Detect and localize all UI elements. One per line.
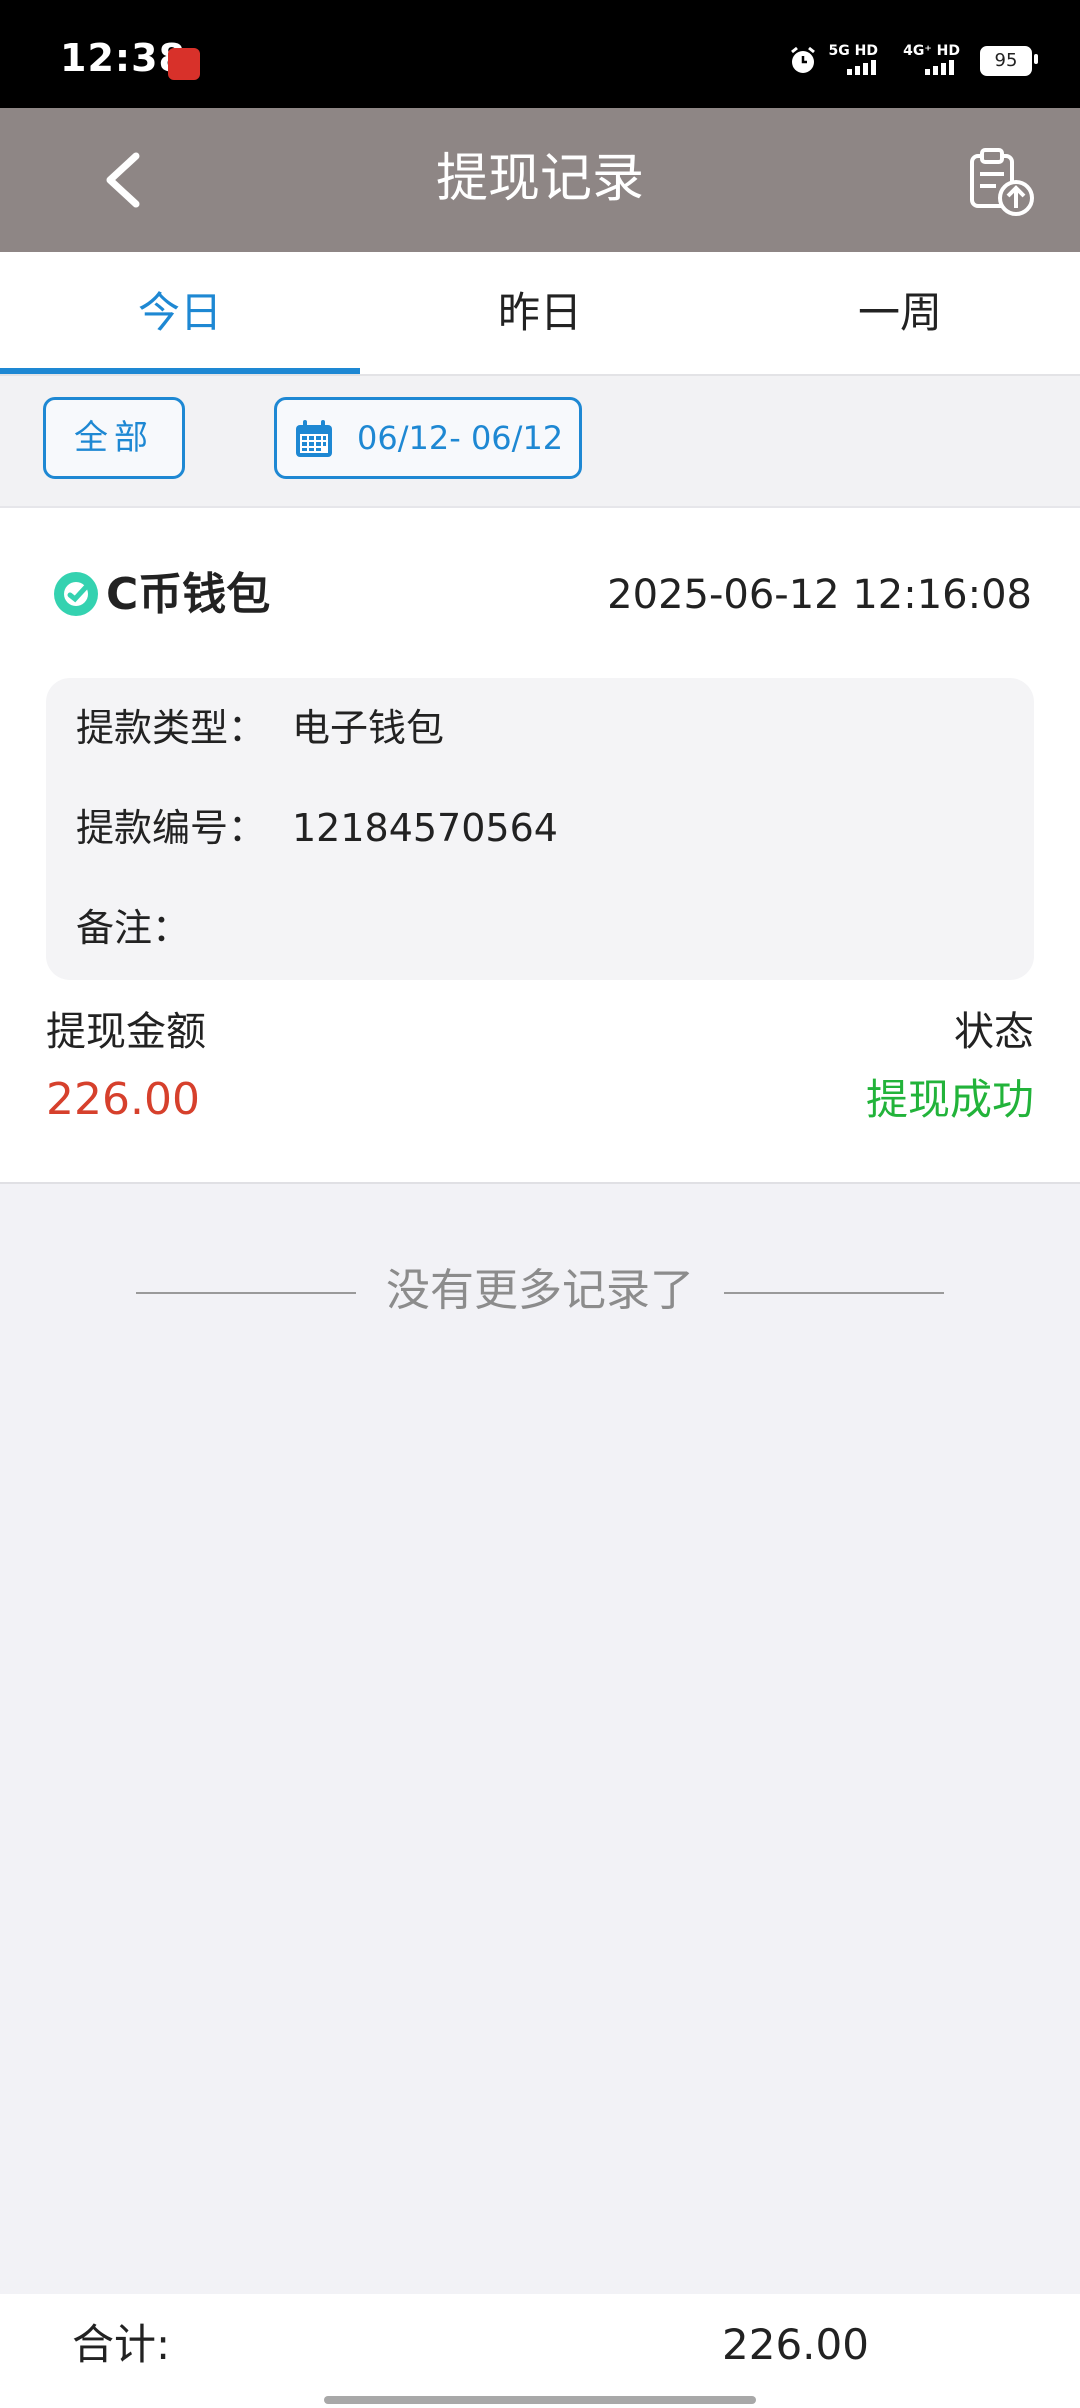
filter-bar: 全部 06/12- 06/12 bbox=[0, 376, 1080, 508]
tab-yesterday[interactable]: 昨日 bbox=[360, 252, 720, 374]
number-value: 12184570564 bbox=[292, 806, 558, 850]
calendar-icon bbox=[296, 420, 332, 457]
status-label: 状态 bbox=[954, 1009, 1034, 1055]
date-tabs: 今日 昨日 一周 bbox=[0, 252, 1080, 376]
record-details: 提款类型： 电子钱包 提款编号： 12184570564 备注： bbox=[46, 678, 1034, 980]
date-range-button[interactable]: 06/12- 06/12 bbox=[274, 397, 582, 479]
total-label: 合计: bbox=[72, 2320, 171, 2369]
wallet-name: C币钱包 bbox=[106, 569, 271, 620]
type-label: 提款类型： bbox=[76, 706, 267, 750]
detail-remark-row: 备注： bbox=[76, 898, 292, 958]
status-bar: 12:38 5G HD 4G⁺ HD 95 bbox=[0, 0, 1080, 108]
c-coin-wallet-icon bbox=[54, 572, 98, 616]
amount-label: 提现金额 bbox=[46, 1009, 206, 1055]
signal-4g-icon bbox=[925, 60, 954, 75]
filter-all-button[interactable]: 全部 bbox=[43, 397, 185, 479]
alarm-icon bbox=[791, 46, 815, 73]
tab-today[interactable]: 今日 bbox=[0, 252, 360, 374]
page-title: 提现记录 bbox=[435, 149, 644, 209]
battery-icon: 95 bbox=[980, 46, 1032, 76]
detail-type-row: 提款类型： 电子钱包 bbox=[76, 698, 444, 758]
signal-5g-icon bbox=[847, 60, 876, 75]
amount-value: 226.00 bbox=[46, 1074, 200, 1125]
withdraw-record-card[interactable]: C币钱包 2025-06-12 12:16:08 提款类型： 电子钱包 提款编号：… bbox=[0, 508, 1080, 1184]
divider-right bbox=[724, 1292, 944, 1294]
tab-week[interactable]: 一周 bbox=[720, 252, 1080, 374]
nav-bar: 提现记录 bbox=[0, 108, 1080, 252]
record-timestamp: 2025-06-12 12:16:08 bbox=[607, 572, 1032, 618]
no-more-text: 没有更多记录了 bbox=[386, 1265, 694, 1316]
network-5g-label: 5G HD bbox=[828, 43, 878, 59]
no-more-records: 没有更多记录了 bbox=[0, 1256, 1080, 1326]
type-value: 电子钱包 bbox=[292, 706, 445, 750]
battery-tip bbox=[1034, 54, 1038, 64]
network-4g-label: 4G⁺ HD bbox=[903, 43, 960, 59]
status-value: 提现成功 bbox=[865, 1075, 1034, 1124]
date-range-label: 06/12- 06/12 bbox=[357, 419, 564, 457]
total-footer: 合计: 226.00 bbox=[0, 2294, 1080, 2408]
number-label: 提款编号： bbox=[76, 806, 267, 850]
clipboard-upload-icon[interactable] bbox=[966, 146, 1038, 218]
remark-label: 备注： bbox=[76, 906, 191, 950]
active-tab-indicator bbox=[0, 368, 360, 374]
total-value: 226.00 bbox=[722, 2320, 869, 2369]
status-icons: 5G HD 4G⁺ HD 95 bbox=[744, 40, 1044, 80]
app-notification-icon bbox=[168, 48, 200, 80]
home-indicator[interactable] bbox=[324, 2396, 756, 2404]
detail-number-row: 提款编号： 12184570564 bbox=[76, 798, 558, 858]
